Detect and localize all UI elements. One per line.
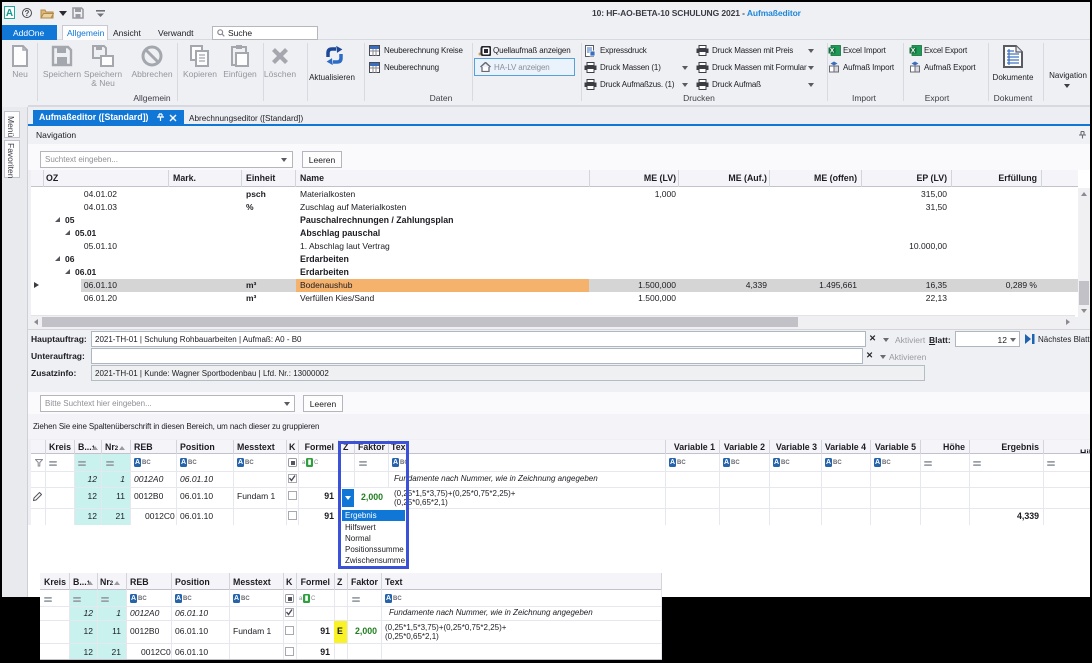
svg-text:X: X <box>911 48 916 55</box>
svg-text:X: X <box>830 48 835 55</box>
